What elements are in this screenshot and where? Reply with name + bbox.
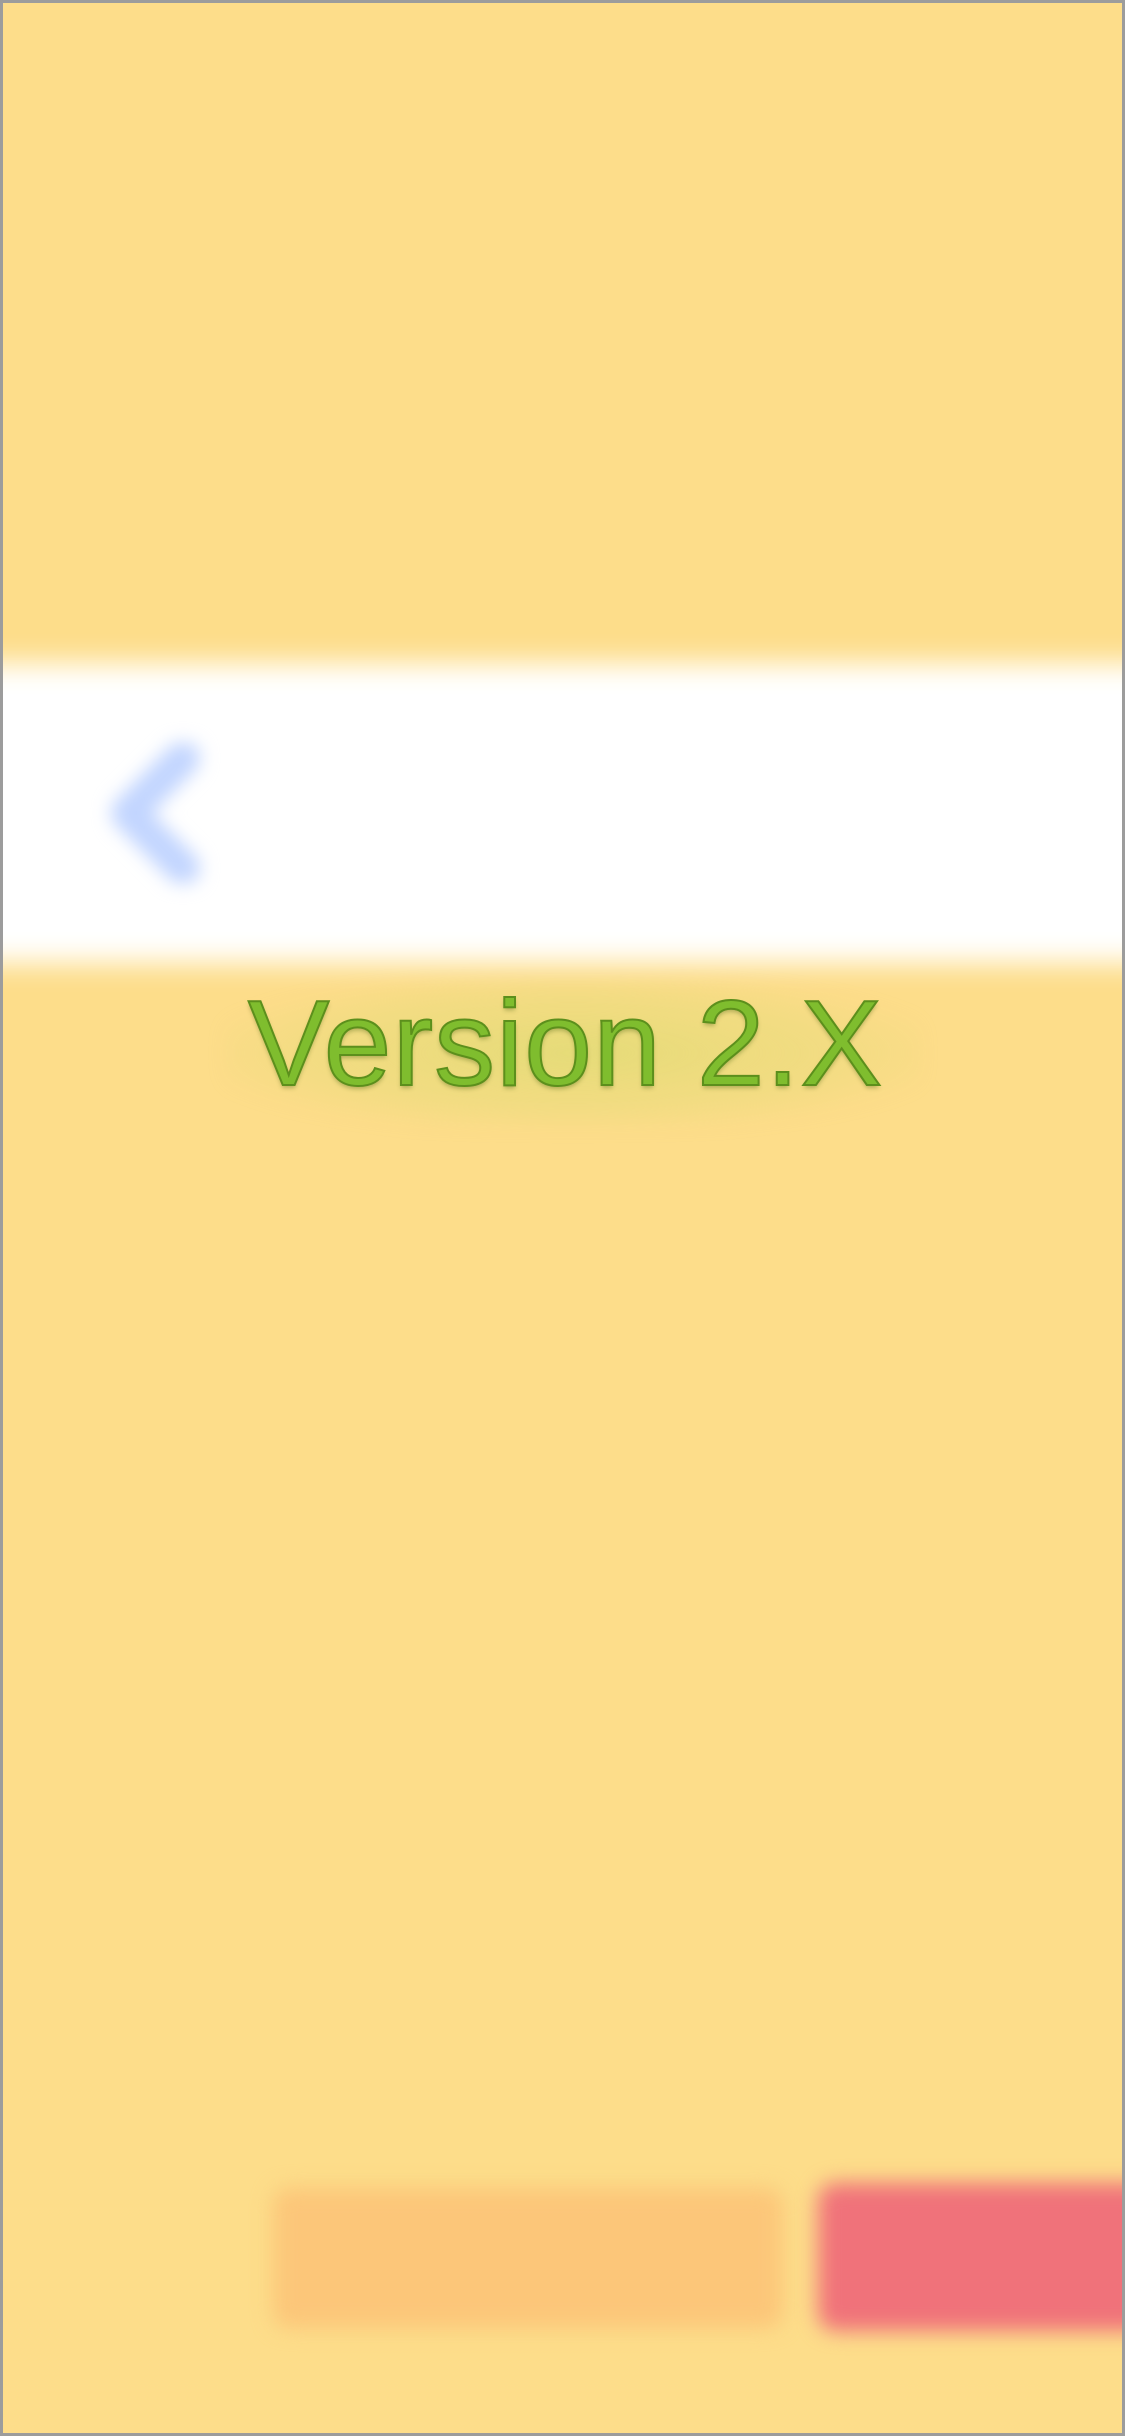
chevron-left-icon[interactable] bbox=[103, 743, 213, 883]
navigation-title-obscured bbox=[238, 761, 1038, 871]
version-title: Version 2.X bbox=[247, 974, 883, 1112]
left-action-button-label-obscured bbox=[273, 2188, 783, 2328]
right-action-button-label-obscured bbox=[993, 2183, 1122, 2331]
navigation-bar bbox=[3, 663, 1122, 963]
app-screen: Version 2.X bbox=[0, 0, 1125, 2436]
